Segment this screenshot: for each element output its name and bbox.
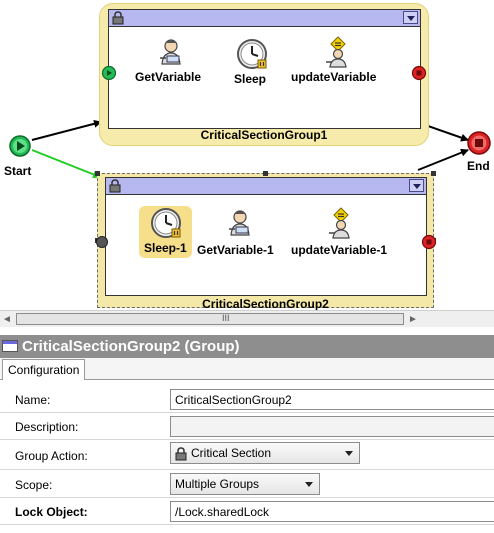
lock-object-row: Lock Object: /Lock.sharedLock <box>0 498 494 525</box>
scrollbar-thumb[interactable]: III <box>16 313 404 325</box>
name-label: Name: <box>15 393 51 407</box>
properties-title: CriticalSectionGroup2 (Group) <box>22 338 240 355</box>
group2-exit-port-icon[interactable] <box>421 234 437 250</box>
group2-node-sleep1-label: Sleep-1 <box>144 241 187 255</box>
canvas-horizontal-scrollbar[interactable]: ◄ III ► <box>0 310 494 327</box>
update-person-icon[interactable] <box>325 207 357 239</box>
lock-object-field[interactable]: /Lock.sharedLock <box>170 501 494 522</box>
name-row: Name: CriticalSectionGroup2 <box>0 386 494 413</box>
group1-menu-button[interactable] <box>403 11 418 24</box>
update-person-icon[interactable] <box>322 36 354 68</box>
group1-titlebar <box>109 10 420 27</box>
properties-form: Name: CriticalSectionGroup2 Description:… <box>0 380 494 533</box>
group1-entry-port-icon[interactable] <box>101 65 117 81</box>
lock-icon <box>112 11 124 25</box>
chevron-down-icon <box>345 451 353 456</box>
description-field[interactable] <box>170 416 494 437</box>
description-row: Description: <box>0 413 494 440</box>
panel-divider[interactable] <box>0 327 494 335</box>
lock-icon <box>175 447 187 461</box>
clock-icon[interactable] <box>236 38 268 70</box>
scope-value: Multiple Groups <box>175 477 260 491</box>
group1-node-getvariable-label: GetVariable <box>135 70 202 84</box>
start-to-group1-connector <box>31 119 102 141</box>
group2-node-updatevariable1-label: updateVariable-1 <box>291 243 388 257</box>
group2-to-end-connector <box>417 148 469 171</box>
lock-object-label: Lock Object: <box>15 505 88 519</box>
resize-handle[interactable] <box>431 171 436 176</box>
properties-tabstrip: Configuration <box>0 358 494 381</box>
end-node-label: End <box>467 159 490 173</box>
start-node-label: Start <box>4 164 32 178</box>
start-to-group2-connector <box>31 149 101 179</box>
group-action-label: Group Action: <box>15 449 88 463</box>
group2-entry-port-icon[interactable] <box>96 236 108 248</box>
group-action-row: Group Action: Critical Section <box>0 440 494 470</box>
group1-node-sleep-label: Sleep <box>234 72 267 86</box>
name-field[interactable]: CriticalSectionGroup2 <box>170 389 494 410</box>
tab-configuration[interactable]: Configuration <box>2 359 86 381</box>
end-node-icon[interactable] <box>466 130 492 156</box>
group1-node-updatevariable-label: updateVariable <box>291 70 377 84</box>
scrollbar-grip: III <box>222 313 230 323</box>
workflow-canvas[interactable]: Start End CriticalSectionGroup1 GetVaria… <box>0 0 494 310</box>
scope-label: Scope: <box>15 478 53 492</box>
lock-icon <box>109 179 121 193</box>
clock-icon[interactable] <box>150 207 182 239</box>
group-action-select[interactable]: Critical Section <box>170 442 360 464</box>
group1-to-end-connector <box>427 125 469 142</box>
service-person-icon[interactable] <box>155 36 187 68</box>
service-person-icon[interactable] <box>224 207 256 239</box>
group1-label: CriticalSectionGroup1 <box>200 128 328 142</box>
properties-header: CriticalSectionGroup2 (Group) <box>0 335 494 358</box>
start-node-icon[interactable] <box>8 134 32 158</box>
scope-select[interactable]: Multiple Groups <box>170 473 320 495</box>
scroll-right-arrow-icon[interactable]: ► <box>408 314 418 325</box>
group1-exit-port-icon[interactable] <box>411 65 427 81</box>
group2-node-getvariable1-label: GetVariable-1 <box>197 243 274 257</box>
scroll-left-arrow-icon[interactable]: ◄ <box>2 314 12 325</box>
group2-menu-button[interactable] <box>409 179 424 192</box>
description-label: Description: <box>15 420 79 434</box>
scope-row: Scope: Multiple Groups <box>0 470 494 498</box>
group-action-value: Critical Section <box>191 446 272 460</box>
resize-handle[interactable] <box>263 171 268 176</box>
group2-label: CriticalSectionGroup2 <box>202 297 329 310</box>
group-window-icon <box>2 340 18 352</box>
resize-handle[interactable] <box>95 171 100 176</box>
group2-titlebar <box>106 178 426 195</box>
chevron-down-icon <box>305 482 313 487</box>
